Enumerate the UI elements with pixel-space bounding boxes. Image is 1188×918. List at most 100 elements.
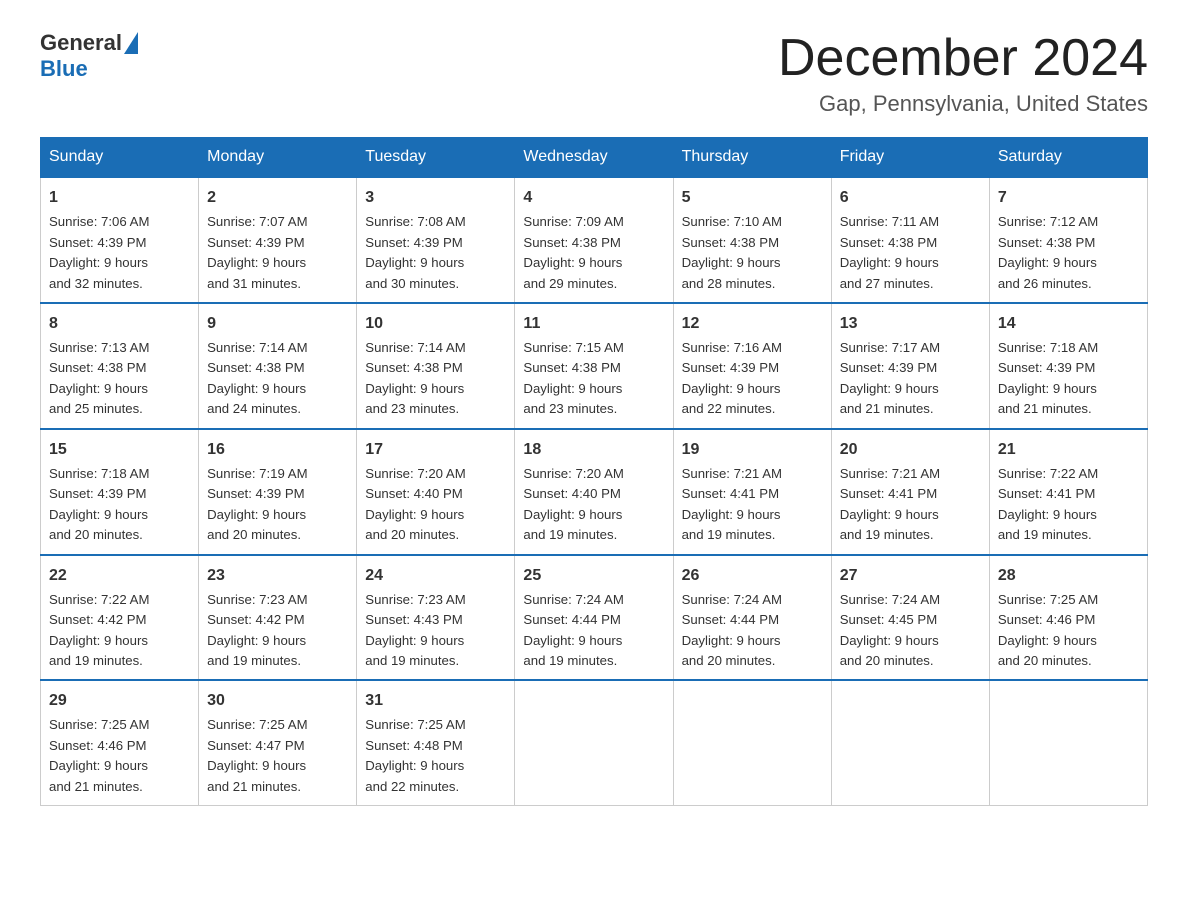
day-info: Sunrise: 7:24 AMSunset: 4:44 PMDaylight:… bbox=[523, 592, 623, 668]
calendar-week-row: 15 Sunrise: 7:18 AMSunset: 4:39 PMDaylig… bbox=[41, 429, 1148, 555]
calendar-table: SundayMondayTuesdayWednesdayThursdayFrid… bbox=[40, 137, 1148, 806]
day-number: 6 bbox=[840, 186, 981, 210]
day-number: 26 bbox=[682, 564, 823, 588]
day-info: Sunrise: 7:24 AMSunset: 4:44 PMDaylight:… bbox=[682, 592, 782, 668]
calendar-cell: 19 Sunrise: 7:21 AMSunset: 4:41 PMDaylig… bbox=[673, 429, 831, 555]
calendar-cell: 22 Sunrise: 7:22 AMSunset: 4:42 PMDaylig… bbox=[41, 555, 199, 681]
calendar-cell: 2 Sunrise: 7:07 AMSunset: 4:39 PMDayligh… bbox=[199, 177, 357, 303]
day-info: Sunrise: 7:14 AMSunset: 4:38 PMDaylight:… bbox=[207, 340, 307, 416]
column-header-friday: Friday bbox=[831, 138, 989, 178]
logo-triangle-icon bbox=[124, 32, 138, 54]
day-number: 13 bbox=[840, 312, 981, 336]
day-number: 10 bbox=[365, 312, 506, 336]
column-header-tuesday: Tuesday bbox=[357, 138, 515, 178]
day-info: Sunrise: 7:15 AMSunset: 4:38 PMDaylight:… bbox=[523, 340, 623, 416]
calendar-cell bbox=[673, 680, 831, 805]
calendar-cell: 29 Sunrise: 7:25 AMSunset: 4:46 PMDaylig… bbox=[41, 680, 199, 805]
calendar-cell: 11 Sunrise: 7:15 AMSunset: 4:38 PMDaylig… bbox=[515, 303, 673, 429]
day-info: Sunrise: 7:18 AMSunset: 4:39 PMDaylight:… bbox=[998, 340, 1098, 416]
day-info: Sunrise: 7:21 AMSunset: 4:41 PMDaylight:… bbox=[840, 466, 940, 542]
calendar-cell bbox=[831, 680, 989, 805]
day-number: 21 bbox=[998, 438, 1139, 462]
day-number: 22 bbox=[49, 564, 190, 588]
day-info: Sunrise: 7:22 AMSunset: 4:42 PMDaylight:… bbox=[49, 592, 149, 668]
day-info: Sunrise: 7:20 AMSunset: 4:40 PMDaylight:… bbox=[365, 466, 465, 542]
day-number: 15 bbox=[49, 438, 190, 462]
day-info: Sunrise: 7:08 AMSunset: 4:39 PMDaylight:… bbox=[365, 214, 465, 290]
day-info: Sunrise: 7:23 AMSunset: 4:43 PMDaylight:… bbox=[365, 592, 465, 668]
calendar-cell bbox=[989, 680, 1147, 805]
calendar-cell: 9 Sunrise: 7:14 AMSunset: 4:38 PMDayligh… bbox=[199, 303, 357, 429]
day-number: 27 bbox=[840, 564, 981, 588]
calendar-cell: 16 Sunrise: 7:19 AMSunset: 4:39 PMDaylig… bbox=[199, 429, 357, 555]
page-subtitle: Gap, Pennsylvania, United States bbox=[778, 91, 1148, 117]
day-number: 4 bbox=[523, 186, 664, 210]
calendar-cell: 24 Sunrise: 7:23 AMSunset: 4:43 PMDaylig… bbox=[357, 555, 515, 681]
calendar-cell: 4 Sunrise: 7:09 AMSunset: 4:38 PMDayligh… bbox=[515, 177, 673, 303]
day-info: Sunrise: 7:19 AMSunset: 4:39 PMDaylight:… bbox=[207, 466, 307, 542]
day-info: Sunrise: 7:25 AMSunset: 4:48 PMDaylight:… bbox=[365, 717, 465, 793]
day-number: 23 bbox=[207, 564, 348, 588]
calendar-cell: 30 Sunrise: 7:25 AMSunset: 4:47 PMDaylig… bbox=[199, 680, 357, 805]
day-info: Sunrise: 7:13 AMSunset: 4:38 PMDaylight:… bbox=[49, 340, 149, 416]
day-number: 8 bbox=[49, 312, 190, 336]
day-info: Sunrise: 7:24 AMSunset: 4:45 PMDaylight:… bbox=[840, 592, 940, 668]
calendar-cell bbox=[515, 680, 673, 805]
calendar-cell: 23 Sunrise: 7:23 AMSunset: 4:42 PMDaylig… bbox=[199, 555, 357, 681]
calendar-cell: 15 Sunrise: 7:18 AMSunset: 4:39 PMDaylig… bbox=[41, 429, 199, 555]
calendar-week-row: 1 Sunrise: 7:06 AMSunset: 4:39 PMDayligh… bbox=[41, 177, 1148, 303]
calendar-cell: 17 Sunrise: 7:20 AMSunset: 4:40 PMDaylig… bbox=[357, 429, 515, 555]
calendar-week-row: 29 Sunrise: 7:25 AMSunset: 4:46 PMDaylig… bbox=[41, 680, 1148, 805]
day-number: 28 bbox=[998, 564, 1139, 588]
calendar-cell: 12 Sunrise: 7:16 AMSunset: 4:39 PMDaylig… bbox=[673, 303, 831, 429]
day-info: Sunrise: 7:12 AMSunset: 4:38 PMDaylight:… bbox=[998, 214, 1098, 290]
calendar-cell: 1 Sunrise: 7:06 AMSunset: 4:39 PMDayligh… bbox=[41, 177, 199, 303]
calendar-week-row: 8 Sunrise: 7:13 AMSunset: 4:38 PMDayligh… bbox=[41, 303, 1148, 429]
title-section: December 2024 Gap, Pennsylvania, United … bbox=[778, 30, 1148, 117]
day-info: Sunrise: 7:22 AMSunset: 4:41 PMDaylight:… bbox=[998, 466, 1098, 542]
calendar-header-row: SundayMondayTuesdayWednesdayThursdayFrid… bbox=[41, 138, 1148, 178]
day-number: 17 bbox=[365, 438, 506, 462]
page-header: General Blue December 2024 Gap, Pennsylv… bbox=[40, 30, 1148, 117]
day-info: Sunrise: 7:14 AMSunset: 4:38 PMDaylight:… bbox=[365, 340, 465, 416]
day-number: 9 bbox=[207, 312, 348, 336]
logo-blue-text: Blue bbox=[40, 56, 88, 81]
day-number: 24 bbox=[365, 564, 506, 588]
day-info: Sunrise: 7:06 AMSunset: 4:39 PMDaylight:… bbox=[49, 214, 149, 290]
day-number: 18 bbox=[523, 438, 664, 462]
day-number: 3 bbox=[365, 186, 506, 210]
page-title: December 2024 bbox=[778, 30, 1148, 87]
day-info: Sunrise: 7:18 AMSunset: 4:39 PMDaylight:… bbox=[49, 466, 149, 542]
logo-general-text: General bbox=[40, 30, 122, 56]
column-header-saturday: Saturday bbox=[989, 138, 1147, 178]
day-info: Sunrise: 7:21 AMSunset: 4:41 PMDaylight:… bbox=[682, 466, 782, 542]
day-number: 12 bbox=[682, 312, 823, 336]
day-number: 1 bbox=[49, 186, 190, 210]
day-info: Sunrise: 7:16 AMSunset: 4:39 PMDaylight:… bbox=[682, 340, 782, 416]
day-number: 11 bbox=[523, 312, 664, 336]
calendar-cell: 25 Sunrise: 7:24 AMSunset: 4:44 PMDaylig… bbox=[515, 555, 673, 681]
calendar-cell: 14 Sunrise: 7:18 AMSunset: 4:39 PMDaylig… bbox=[989, 303, 1147, 429]
column-header-monday: Monday bbox=[199, 138, 357, 178]
calendar-cell: 8 Sunrise: 7:13 AMSunset: 4:38 PMDayligh… bbox=[41, 303, 199, 429]
calendar-cell: 6 Sunrise: 7:11 AMSunset: 4:38 PMDayligh… bbox=[831, 177, 989, 303]
calendar-cell: 28 Sunrise: 7:25 AMSunset: 4:46 PMDaylig… bbox=[989, 555, 1147, 681]
calendar-cell: 5 Sunrise: 7:10 AMSunset: 4:38 PMDayligh… bbox=[673, 177, 831, 303]
day-number: 19 bbox=[682, 438, 823, 462]
logo: General Blue bbox=[40, 30, 140, 82]
day-number: 14 bbox=[998, 312, 1139, 336]
day-info: Sunrise: 7:17 AMSunset: 4:39 PMDaylight:… bbox=[840, 340, 940, 416]
day-number: 30 bbox=[207, 689, 348, 713]
calendar-cell: 18 Sunrise: 7:20 AMSunset: 4:40 PMDaylig… bbox=[515, 429, 673, 555]
calendar-cell: 13 Sunrise: 7:17 AMSunset: 4:39 PMDaylig… bbox=[831, 303, 989, 429]
day-number: 31 bbox=[365, 689, 506, 713]
calendar-cell: 31 Sunrise: 7:25 AMSunset: 4:48 PMDaylig… bbox=[357, 680, 515, 805]
column-header-thursday: Thursday bbox=[673, 138, 831, 178]
day-number: 2 bbox=[207, 186, 348, 210]
day-info: Sunrise: 7:25 AMSunset: 4:46 PMDaylight:… bbox=[49, 717, 149, 793]
day-number: 5 bbox=[682, 186, 823, 210]
column-header-sunday: Sunday bbox=[41, 138, 199, 178]
calendar-cell: 26 Sunrise: 7:24 AMSunset: 4:44 PMDaylig… bbox=[673, 555, 831, 681]
day-info: Sunrise: 7:20 AMSunset: 4:40 PMDaylight:… bbox=[523, 466, 623, 542]
day-number: 29 bbox=[49, 689, 190, 713]
